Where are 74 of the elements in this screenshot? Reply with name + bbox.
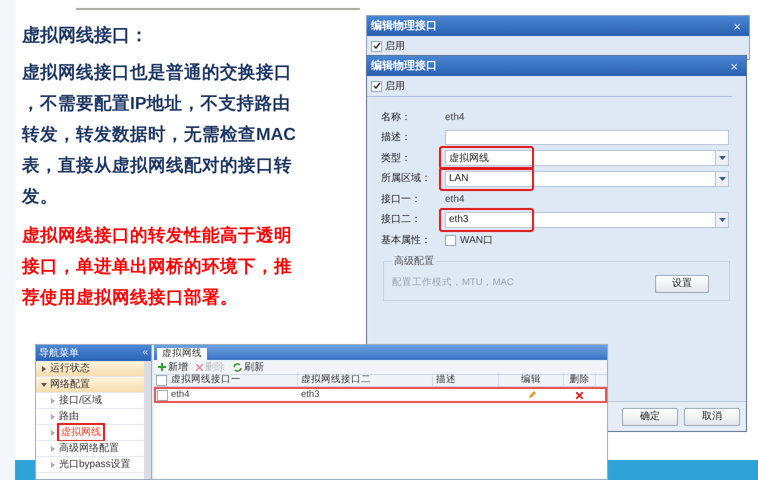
column-header[interactable]: 虚拟网线接口二 — [298, 373, 433, 388]
plus-icon — [158, 363, 166, 371]
nav-label: 运行状态 — [50, 362, 90, 376]
refresh-icon — [233, 362, 242, 372]
checkbox[interactable] — [156, 390, 168, 400]
caret-right-icon — [50, 430, 56, 436]
nav-item[interactable]: 光口bypass设置 — [36, 457, 144, 473]
nav-item[interactable]: 虚拟网线 — [36, 425, 144, 441]
field-value: eth4 — [445, 192, 464, 207]
settings-button[interactable]: 设置 — [655, 274, 709, 292]
close-button[interactable]: × — [729, 20, 745, 32]
scrollbar[interactable] — [144, 361, 151, 479]
nav-item[interactable]: 网络配置 — [36, 377, 144, 393]
slide-note: 虚拟网线接口的转发性能高于透明接口，单进单出网桥的环境下，推荐使用虚拟网线接口部署。 — [22, 224, 293, 309]
select-field[interactable]: 虚拟网线 — [445, 150, 729, 166]
toolbar-button[interactable]: 刷新 — [233, 360, 264, 374]
column-header[interactable]: 描述 — [433, 373, 499, 388]
checkbox[interactable] — [371, 80, 382, 92]
enable-label: 启用 — [385, 40, 405, 54]
dialog-title: 编辑物理接口 — [371, 18, 437, 34]
nav-label: 路由 — [59, 410, 79, 424]
table-row[interactable]: eth4 eth3 — [154, 387, 607, 403]
nav-item[interactable]: 路由 — [36, 409, 144, 425]
group-legend: 高级配置 — [392, 254, 436, 268]
field-label: 接口二： — [381, 212, 422, 228]
select-field[interactable]: LAN — [445, 170, 729, 187]
column-header[interactable]: 删除 — [564, 373, 596, 388]
dropdown-caret-icon[interactable] — [715, 212, 728, 227]
checkbox[interactable] — [371, 40, 382, 52]
field-label: 接口一： — [381, 192, 422, 207]
caret-right-icon — [50, 446, 56, 452]
nav-item[interactable]: 运行状态 — [36, 361, 144, 377]
tab[interactable]: 虚拟网线 — [157, 348, 207, 360]
caret-right-icon — [50, 398, 56, 404]
dialog-button[interactable]: 确定 — [622, 408, 678, 426]
checkbox[interactable] — [156, 375, 166, 386]
input-field[interactable] — [445, 130, 729, 146]
field-value: eth4 — [445, 110, 464, 125]
delete-icon[interactable] — [576, 392, 582, 398]
field-label: 名称： — [381, 110, 412, 125]
checkbox-label: WAN口 — [460, 234, 493, 248]
caret-right-icon — [41, 366, 47, 372]
dropdown-caret-icon[interactable] — [715, 151, 728, 166]
slide-heading: 虚拟网线接口： — [22, 24, 149, 47]
nav-label: 虚拟网线 — [59, 425, 103, 440]
table-cell-text: eth3 — [300, 388, 320, 402]
nav-label: 网络配置 — [50, 378, 90, 392]
field-label: 描述： — [381, 130, 412, 146]
column-header[interactable]: 虚拟网线接口一 — [168, 373, 298, 388]
dialog-title: 编辑物理接口 — [371, 58, 437, 74]
field-label: 基本属性： — [381, 234, 432, 248]
dialog-button[interactable]: 取消 — [684, 408, 740, 426]
cross-icon — [196, 364, 203, 370]
slide-paragraph: 虚拟网线接口也是普通的交换接口，不需要配置IP地址，不支持路由转发，转发数据时，无需检查MAC表，直接从虚拟网线配对的接口转发。 — [22, 61, 297, 208]
dropdown-caret-icon[interactable] — [715, 172, 728, 186]
column-header[interactable]: 编辑 — [499, 373, 564, 388]
field-label: 类型： — [381, 152, 412, 166]
caret-right-icon — [50, 462, 56, 468]
close-button[interactable]: × — [726, 60, 742, 72]
settings-hint: 配置工作模式，MTU，MAC — [392, 276, 514, 290]
nav-label: 光口bypass设置 — [59, 458, 131, 472]
nav-label: 高级网络配置 — [59, 442, 119, 456]
table-cell-text: eth4 — [170, 388, 190, 402]
caret-down-icon — [41, 382, 47, 388]
checkbox[interactable] — [445, 234, 456, 246]
field-label: 所属区域： — [381, 172, 432, 186]
enable-label: 启用 — [385, 80, 405, 94]
nav-title: 导航菜单 — [39, 346, 79, 360]
nav-item[interactable]: 接口/区域 — [36, 393, 144, 409]
nav-item[interactable]: 高级网络配置 — [36, 441, 144, 457]
toolbar-button[interactable]: 新增 — [158, 360, 188, 374]
caret-right-icon — [50, 414, 56, 420]
nav-label: 接口/区域 — [59, 394, 102, 408]
select-field[interactable]: eth3 — [445, 212, 729, 228]
